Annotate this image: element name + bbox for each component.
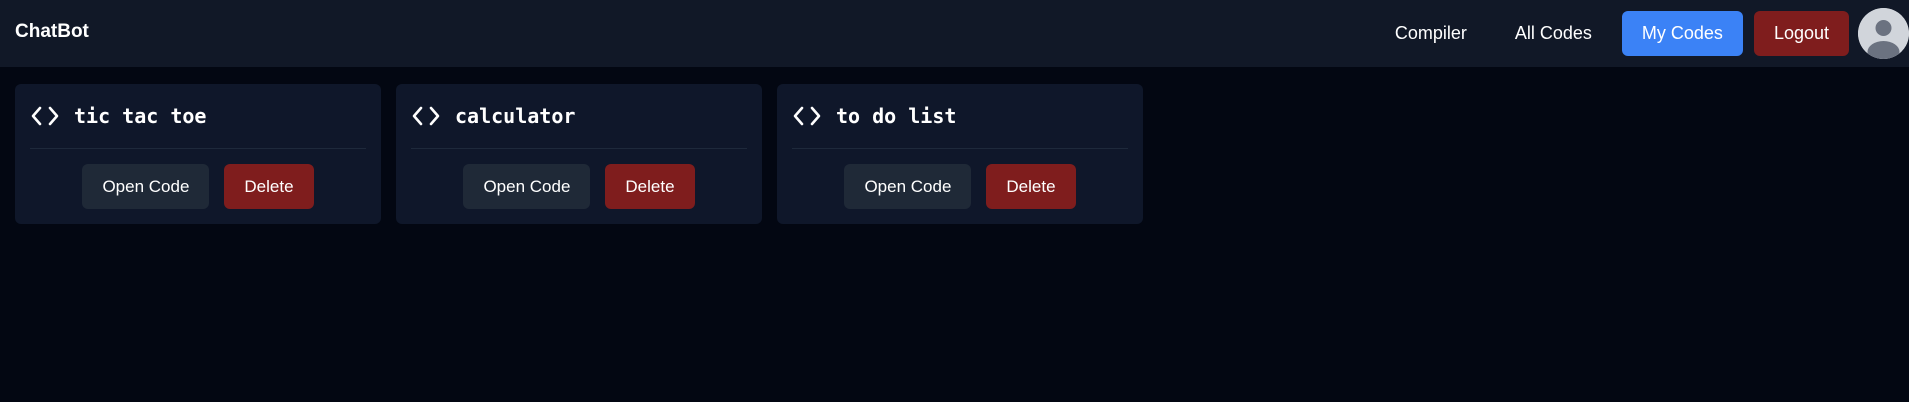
card-actions: Open Code Delete xyxy=(777,164,1143,209)
card-actions: Open Code Delete xyxy=(396,164,762,209)
delete-button[interactable]: Delete xyxy=(224,164,314,209)
card-header: to do list xyxy=(792,100,1128,132)
user-avatar-icon[interactable] xyxy=(1858,8,1909,59)
code-icon xyxy=(30,104,60,128)
card-divider xyxy=(792,148,1128,149)
code-icon xyxy=(792,104,822,128)
nav-actions: Compiler All Codes My Codes Logout xyxy=(1371,0,1909,67)
card-header: tic tac toe xyxy=(30,100,366,132)
code-icon xyxy=(411,104,441,128)
card-divider xyxy=(411,148,747,149)
delete-button[interactable]: Delete xyxy=(986,164,1076,209)
open-code-button[interactable]: Open Code xyxy=(844,164,972,209)
my-codes-button[interactable]: My Codes xyxy=(1621,11,1743,56)
card-title: tic tac toe xyxy=(74,104,207,128)
card-divider xyxy=(30,148,366,149)
card-title: to do list xyxy=(836,104,957,128)
delete-button[interactable]: Delete xyxy=(605,164,695,209)
card-title: calculator xyxy=(455,104,576,128)
open-code-button[interactable]: Open Code xyxy=(82,164,210,209)
card-header: calculator xyxy=(411,100,747,132)
logout-button[interactable]: Logout xyxy=(1753,11,1849,56)
code-card: to do list Open Code Delete xyxy=(777,84,1143,224)
code-card: tic tac toe Open Code Delete xyxy=(15,84,381,224)
code-card: calculator Open Code Delete xyxy=(396,84,762,224)
card-actions: Open Code Delete xyxy=(15,164,381,209)
code-cards-grid: tic tac toe Open Code Delete calculator … xyxy=(15,84,1143,224)
open-code-button[interactable]: Open Code xyxy=(463,164,591,209)
top-navbar: ChatBot Compiler All Codes My Codes Logo… xyxy=(0,0,1909,67)
nav-link-compiler[interactable]: Compiler xyxy=(1371,11,1491,56)
nav-link-all-codes[interactable]: All Codes xyxy=(1491,11,1616,56)
brand-logo[interactable]: ChatBot xyxy=(15,20,89,44)
